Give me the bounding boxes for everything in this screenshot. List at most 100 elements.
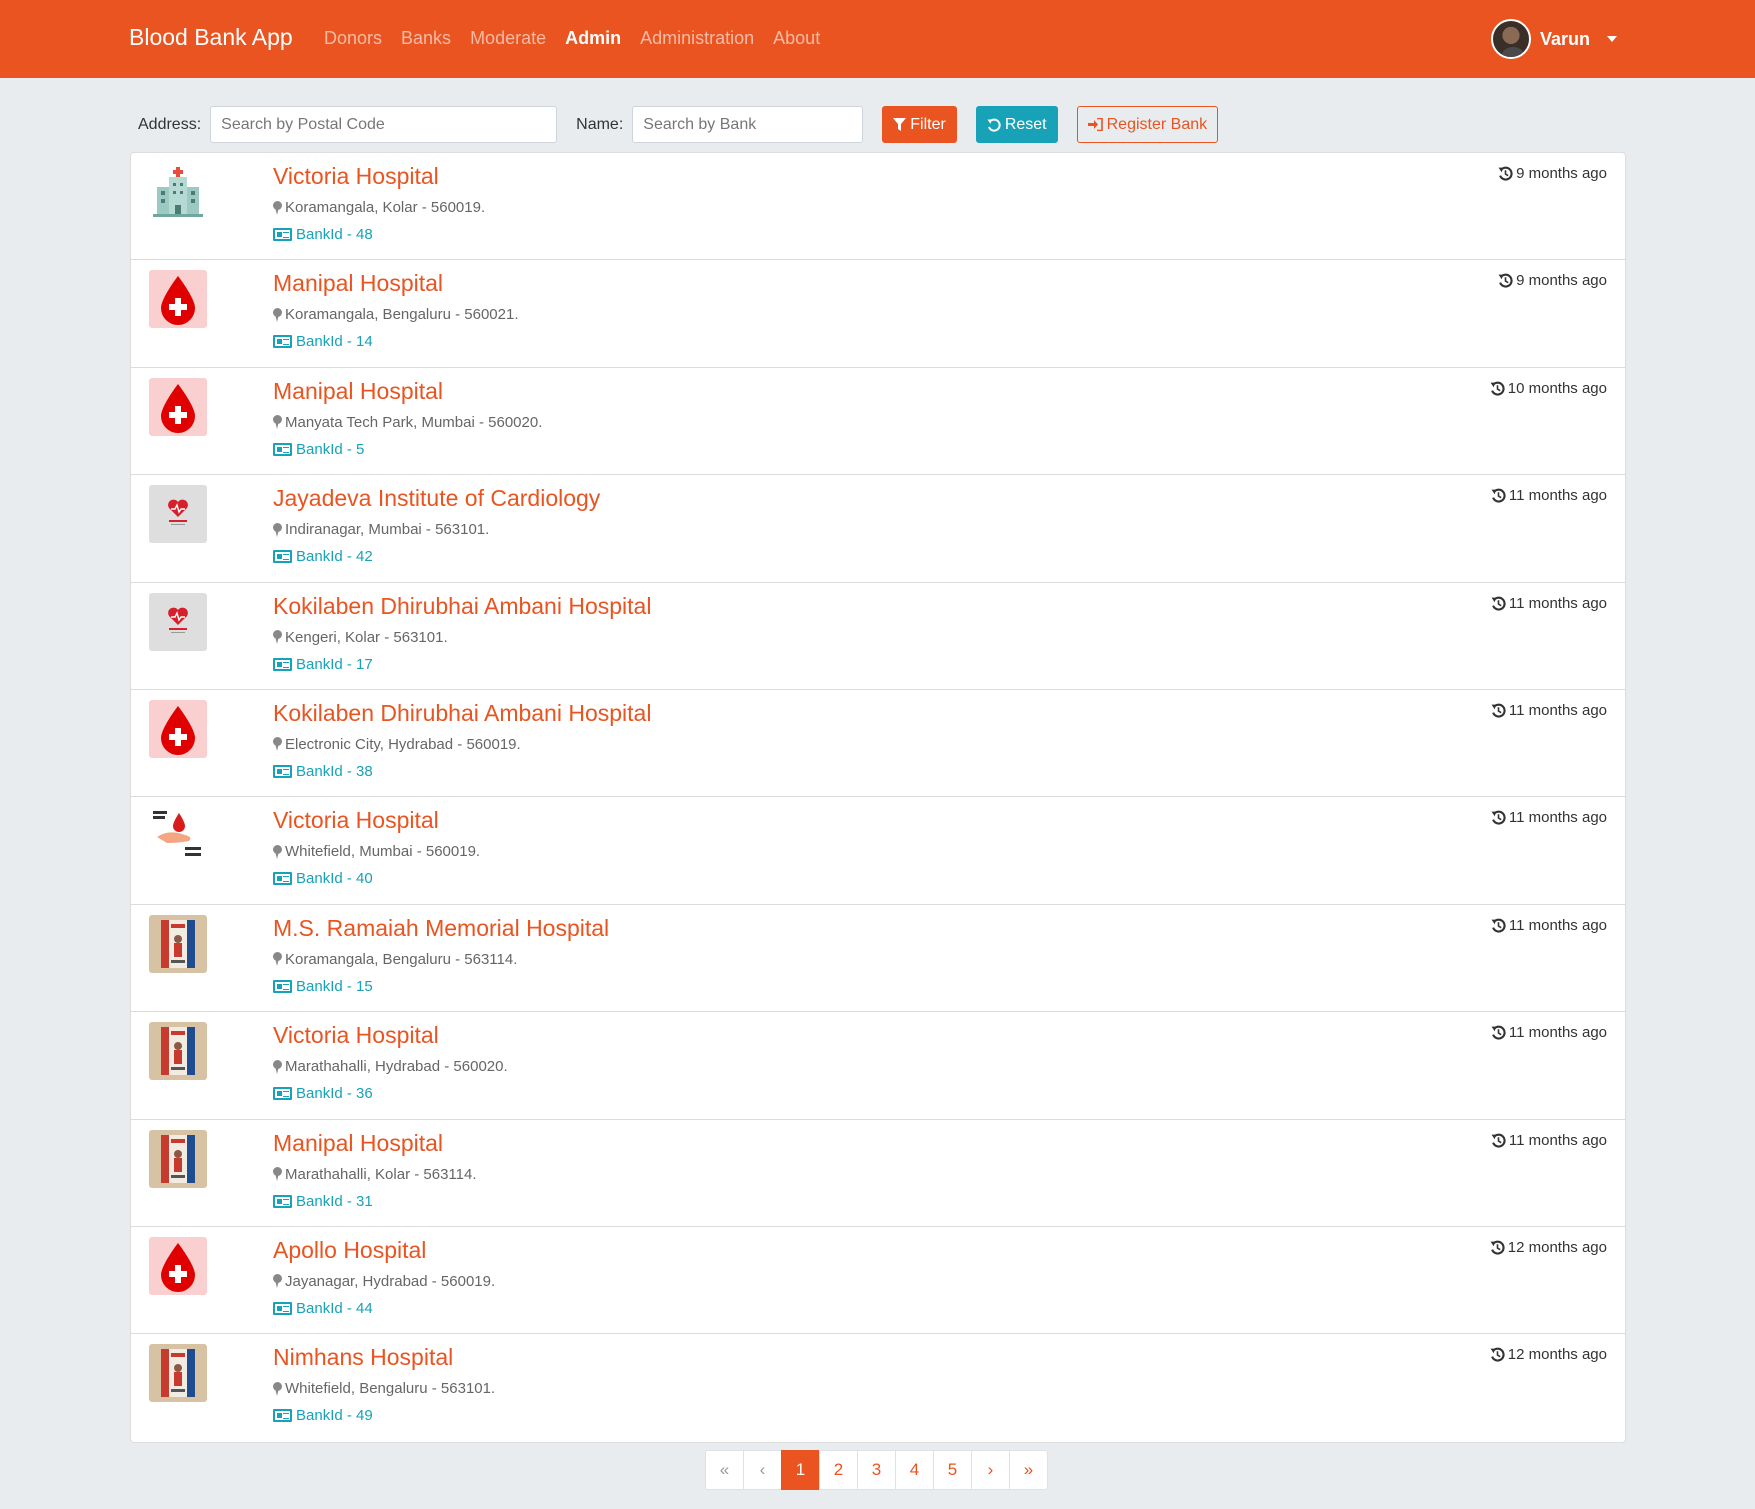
bank-name-link[interactable]: Kokilaben Dhirubhai Ambani Hospital: [273, 700, 651, 727]
bank-address-text: Koramangala, Kolar - 560019.: [285, 199, 486, 216]
bank-id-link[interactable]: BankId - 5: [273, 441, 364, 458]
bank-updated-time-text: 11 months ago: [1508, 809, 1607, 827]
history-icon: [1491, 596, 1506, 611]
page-first[interactable]: «: [705, 1450, 744, 1490]
page-1[interactable]: 1: [781, 1450, 820, 1490]
bank-list: Victoria Hospital Koramangala, Kolar - 5…: [130, 152, 1626, 1443]
map-marker-icon: [273, 200, 282, 215]
nav-about[interactable]: About: [773, 28, 820, 49]
id-card-icon: [273, 335, 292, 349]
bank-updated-time: 11 months ago: [1491, 809, 1607, 826]
id-card-icon: [273, 1087, 292, 1101]
filter-button-label: Filter: [910, 115, 946, 133]
bank-address-text: Koramangala, Bengaluru - 560021.: [285, 306, 519, 324]
bank-address: Kengeri, Kolar - 563101.: [273, 629, 448, 646]
brand-link[interactable]: Blood Bank App: [129, 24, 293, 51]
bank-address-text: Whitefield, Mumbai - 560019.: [285, 843, 481, 861]
bank-id-link[interactable]: BankId - 44: [273, 1300, 373, 1317]
bank-address: Koramangala, Bengaluru - 563114.: [273, 951, 517, 968]
bank-id-link[interactable]: BankId - 17: [273, 656, 373, 673]
postal-code-search-input[interactable]: [210, 106, 558, 143]
reset-button[interactable]: Reset: [975, 106, 1058, 143]
id-card-icon: [273, 657, 292, 671]
bank-address: Whitefield, Bengaluru - 563101.: [273, 1380, 495, 1397]
bank-updated-time-text: 9 months ago: [1516, 165, 1607, 182]
page-last[interactable]: »: [1009, 1450, 1048, 1490]
bank-name-link[interactable]: Victoria Hospital: [273, 1022, 439, 1049]
bank-name-link[interactable]: Jayadeva Institute of Cardiology: [273, 485, 600, 512]
bank-updated-time: 12 months ago: [1490, 1346, 1607, 1363]
page-4[interactable]: 4: [895, 1450, 934, 1490]
map-marker-icon: [273, 307, 282, 322]
name-label: Name:: [576, 115, 624, 133]
bank-id-link[interactable]: BankId - 48: [273, 226, 373, 243]
bank-name-link[interactable]: Kokilaben Dhirubhai Ambani Hospital: [273, 593, 651, 620]
history-icon: [1491, 1025, 1506, 1040]
history-icon: [1491, 811, 1506, 825]
bank-name-link[interactable]: Victoria Hospital: [273, 807, 439, 834]
filter-bar: Address: Name: Filter Reset Register Ban…: [138, 106, 1219, 143]
bank-id-link[interactable]: BankId - 42: [273, 548, 373, 565]
id-card-icon: [273, 1194, 292, 1208]
bank-id-link[interactable]: BankId - 36: [273, 1085, 373, 1102]
avatar: [1491, 19, 1531, 59]
history-icon: [1498, 274, 1513, 288]
bank-id-text: BankId - 36: [296, 1085, 373, 1103]
page-3[interactable]: 3: [857, 1450, 896, 1490]
bank-address: Whitefield, Mumbai - 560019.: [273, 843, 480, 860]
bank-list-item: Victoria Hospital Koramangala, Kolar - 5…: [131, 153, 1625, 261]
bank-id-link[interactable]: BankId - 15: [273, 978, 373, 995]
bank-name-link[interactable]: Manipal Hospital: [273, 270, 443, 297]
bank-address: Koramangala, Kolar - 560019.: [273, 199, 485, 216]
id-card-icon: [273, 228, 292, 241]
bank-name-link[interactable]: Nimhans Hospital: [273, 1344, 453, 1371]
map-marker-icon: [273, 630, 282, 645]
page-next[interactable]: ›: [971, 1450, 1010, 1490]
bank-name-link[interactable]: Manipal Hospital: [273, 1130, 443, 1157]
bank-updated-time-text: 11 months ago: [1508, 487, 1607, 505]
bank-updated-time: 11 months ago: [1491, 702, 1607, 719]
bank-address-text: Jayanagar, Hydrabad - 560019.: [285, 1272, 496, 1290]
map-marker-icon: [273, 1274, 282, 1289]
nav-banks[interactable]: Banks: [401, 28, 451, 49]
page-2[interactable]: 2: [819, 1450, 858, 1490]
bank-list-item: Nimhans Hospital Whitefield, Bengaluru -…: [131, 1334, 1625, 1441]
top-navbar: Blood Bank App Donors Banks Moderate Adm…: [0, 0, 1755, 78]
bank-id-link[interactable]: BankId - 40: [273, 870, 373, 887]
bank-address: Marathahalli, Kolar - 563114.: [273, 1166, 477, 1183]
page-prev[interactable]: ‹: [743, 1450, 782, 1490]
bank-id-text: BankId - 44: [296, 1299, 373, 1317]
map-marker-icon: [273, 737, 282, 752]
nav-administration[interactable]: Administration: [640, 28, 754, 49]
bank-list-item: Kokilaben Dhirubhai Ambani Hospital Elec…: [131, 690, 1625, 798]
bank-updated-time-text: 11 months ago: [1508, 1131, 1607, 1149]
map-marker-icon: [273, 415, 282, 430]
bank-name-search-input[interactable]: [632, 106, 864, 143]
bank-name-link[interactable]: Apollo Hospital: [273, 1237, 426, 1264]
bank-id-link[interactable]: BankId - 14: [273, 333, 373, 350]
user-menu[interactable]: Varun: [1491, 19, 1618, 59]
bank-id-text: BankId - 42: [296, 548, 373, 566]
id-card-icon: [273, 550, 292, 564]
bank-name-link[interactable]: Manipal Hospital: [273, 378, 443, 405]
bank-updated-time: 11 months ago: [1491, 595, 1607, 612]
bank-address-text: Kengeri, Kolar - 563101.: [285, 628, 448, 646]
nav-donors[interactable]: Donors: [324, 28, 382, 49]
bank-name-link[interactable]: M.S. Ramaiah Memorial Hospital: [273, 915, 609, 942]
bank-id-link[interactable]: BankId - 49: [273, 1407, 373, 1424]
bank-id-link[interactable]: BankId - 31: [273, 1193, 373, 1210]
bank-id-text: BankId - 15: [296, 977, 373, 995]
map-marker-icon: [273, 522, 282, 537]
register-bank-button[interactable]: Register Bank: [1076, 106, 1219, 143]
bank-address: Marathahalli, Hydrabad - 560020.: [273, 1058, 508, 1075]
bank-address-text: Marathahalli, Hydrabad - 560020.: [285, 1058, 508, 1076]
page-5[interactable]: 5: [933, 1450, 972, 1490]
bank-id-link[interactable]: BankId - 38: [273, 763, 373, 780]
id-card-icon: [273, 1409, 292, 1423]
filter-icon: [893, 117, 907, 131]
filter-button[interactable]: Filter: [882, 106, 957, 143]
nav-moderate[interactable]: Moderate: [470, 28, 546, 49]
bank-name-link[interactable]: Victoria Hospital: [273, 163, 439, 190]
nav-admin[interactable]: Admin: [565, 28, 621, 49]
give-blood-save-life-thumbnail: [149, 807, 207, 866]
